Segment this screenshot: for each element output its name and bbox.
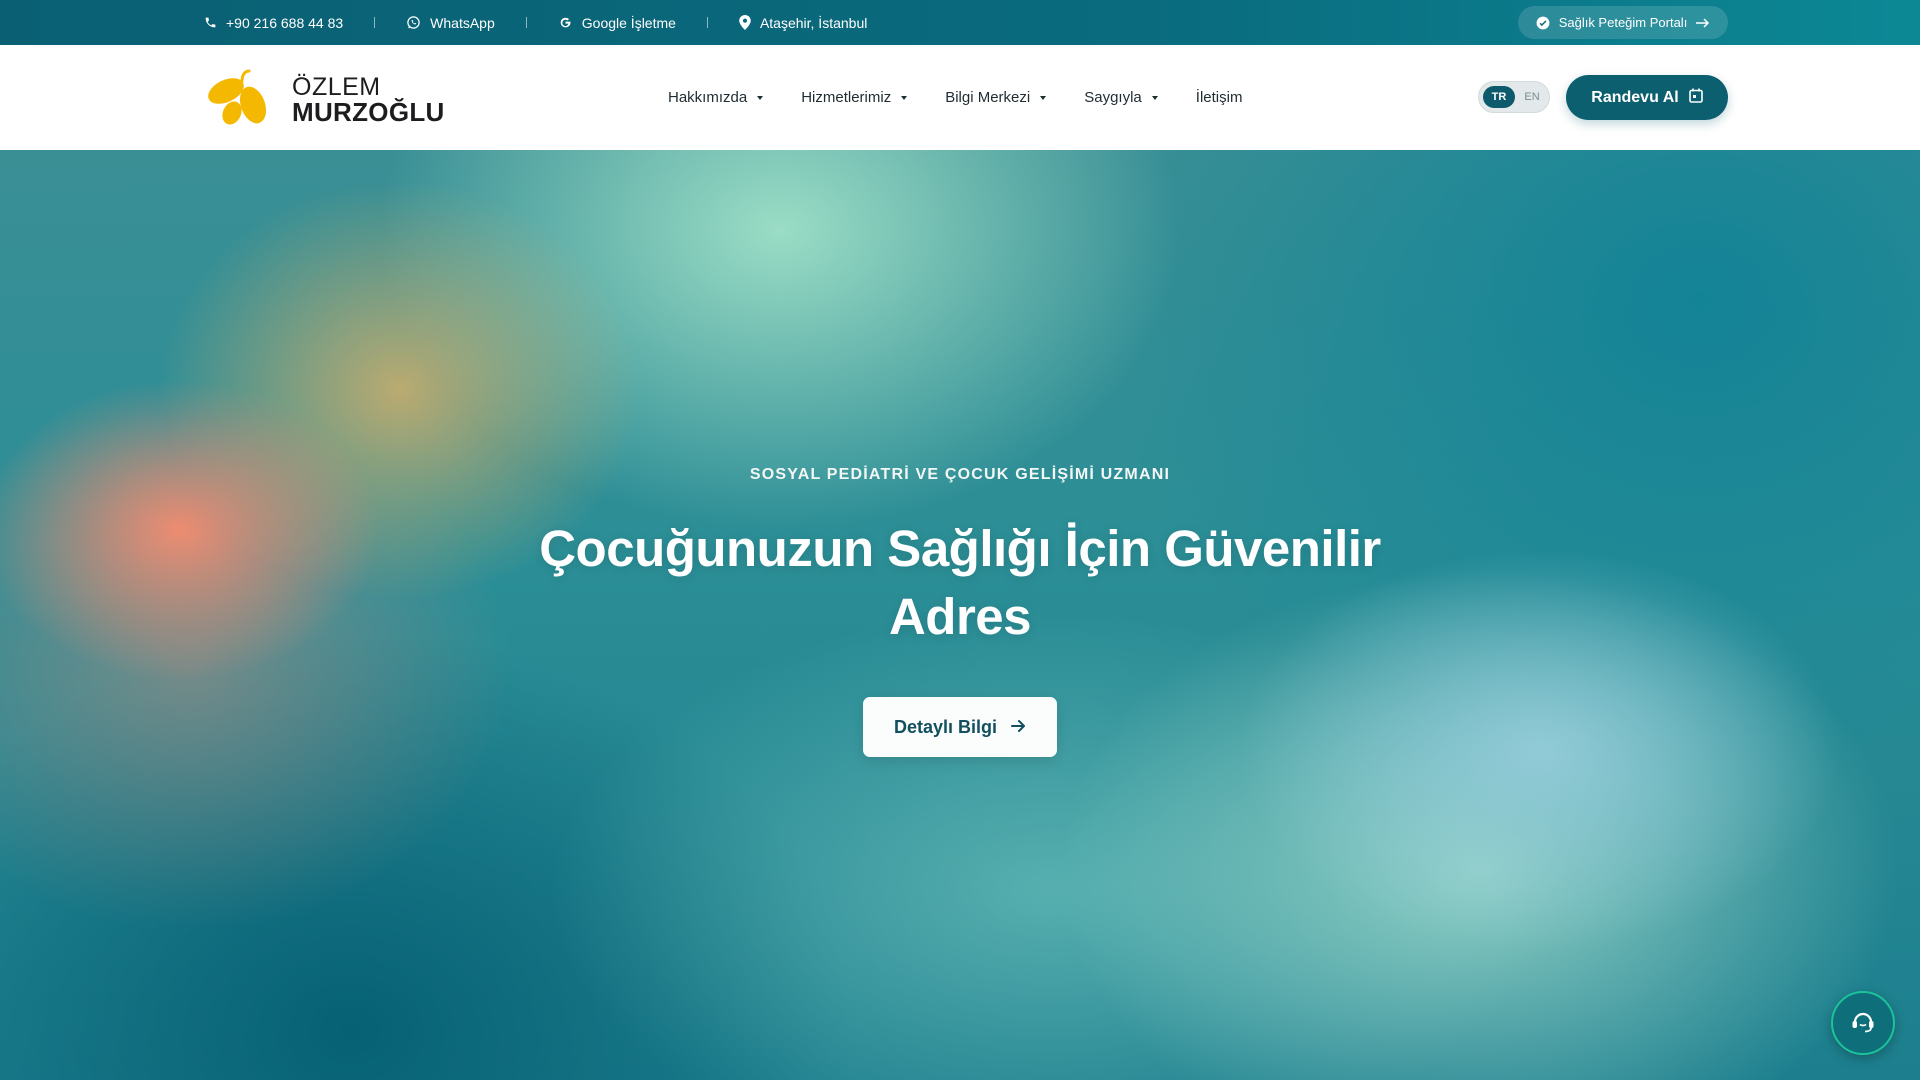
support-chat-button[interactable] [1831,991,1895,1055]
location-pin-icon [739,15,751,30]
main-header: ÖZLEM MURZOĞLU Hakkımızda Hizmetlerimiz … [0,45,1920,150]
location-link[interactable]: Ataşehir, İstanbul [739,15,867,31]
phone-link[interactable]: +90 216 688 44 83 [204,15,343,31]
phone-icon [204,16,217,29]
divider [374,17,376,28]
top-bar-contacts: +90 216 688 44 83 WhatsApp Google İşletm… [204,0,867,45]
health-portal-button[interactable]: Sağlık Peteğim Portalı [1518,6,1728,39]
phone-number: +90 216 688 44 83 [226,14,344,31]
caret-down-icon [901,95,908,100]
support-chat-icon [1850,1009,1876,1038]
google-business-link[interactable]: Google İşletme [558,15,676,31]
nav-label: Hizmetlerimiz [801,89,892,106]
whatsapp-label: WhatsApp [430,14,495,31]
nav-label: Bilgi Merkezi [945,89,1031,106]
lang-en-toggle[interactable]: EN [1519,86,1545,108]
whatsapp-icon [406,15,421,30]
nav-item-services[interactable]: Hizmetlerimiz [801,89,908,106]
details-button[interactable]: Detaylı Bilgi [863,697,1057,757]
butterfly-logo-icon [208,69,267,125]
lang-tr-toggle[interactable]: TR [1483,86,1515,108]
google-icon [558,15,573,30]
caret-down-icon [1151,95,1158,100]
divider [706,17,708,28]
caret-down-icon [757,95,764,100]
nav-item-knowledge-center[interactable]: Bilgi Merkezi [945,89,1047,106]
calendar-icon [1688,88,1703,108]
nav-label: Hakkımızda [668,89,748,106]
arrow-right-icon [1011,717,1026,738]
nav-item-contact[interactable]: İletişim [1196,89,1243,106]
portal-label: Sağlık Peteğim Portalı [1558,15,1688,30]
top-bar: +90 216 688 44 83 WhatsApp Google İşletm… [0,0,1920,45]
nav-label: İletişim [1195,89,1243,106]
appointment-label: Randevu Al [1591,88,1679,106]
nav-item-about[interactable]: Hakkımızda [668,89,764,106]
hero-subtitle: SOSYAL PEDİATRİ VE ÇOCUK GELİŞİMİ UZMANI [749,466,1171,483]
hero-title: Çocuğunuzun Sağlığı İçin Güvenilir Adres [539,520,1381,645]
details-label: Detaylı Bilgi [893,716,998,737]
google-label: Google İşletme [581,14,676,31]
whatsapp-link[interactable]: WhatsApp [406,15,495,31]
logo-last-name: MURZOĞLU [292,97,445,127]
nav-label: Saygıyla [1084,89,1142,106]
main-navigation: Hakkımızda Hizmetlerimiz Bilgi Merkezi S… [668,45,1280,150]
site-logo[interactable]: ÖZLEM MURZOĞLU [204,67,444,129]
caret-down-icon [1040,95,1047,100]
appointment-button[interactable]: Randevu Al [1566,75,1728,120]
divider [525,17,527,28]
location-label: Ataşehir, İstanbul [759,14,868,31]
nav-item-respectfully[interactable]: Saygıyla [1084,89,1158,106]
language-switcher: TR EN [1478,81,1550,113]
arrow-right-icon [1696,17,1710,28]
check-circle-icon [1536,16,1550,30]
hero-section: SOSYAL PEDİATRİ VE ÇOCUK GELİŞİMİ UZMANI… [0,150,1920,1080]
